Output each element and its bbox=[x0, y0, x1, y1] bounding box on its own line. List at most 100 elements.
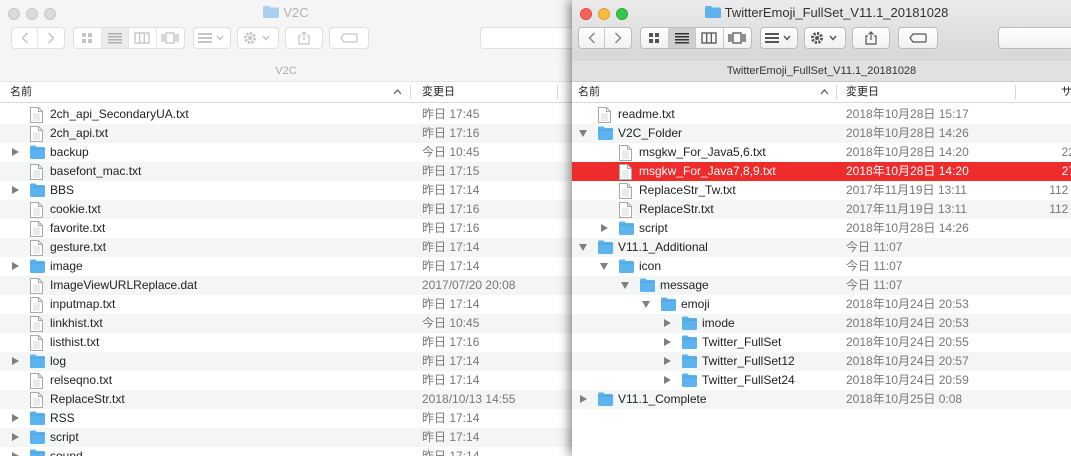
folder-row[interactable]: imode 2018年10月24日 20:53 bbox=[572, 314, 1071, 333]
folder-row[interactable]: Twitter_FullSet12 2018年10月24日 20:57 bbox=[572, 352, 1071, 371]
forward-icon[interactable] bbox=[38, 28, 64, 48]
search-field[interactable] bbox=[998, 27, 1071, 49]
column-name-header[interactable]: 名前 bbox=[10, 82, 32, 102]
folder-icon bbox=[263, 6, 280, 18]
folder-row[interactable]: BBS 昨日 17:14 bbox=[0, 181, 572, 200]
disclosure-triangle-closed-icon[interactable] bbox=[664, 376, 671, 384]
share-button[interactable] bbox=[852, 27, 890, 49]
item-name: Twitter_FullSet24 bbox=[702, 373, 795, 387]
column-date-header[interactable]: 変更日 bbox=[846, 82, 879, 102]
file-row[interactable]: msgkw_For_Java7,8,9.txt 2018年10月28日 14:20… bbox=[572, 162, 1071, 181]
column-divider[interactable] bbox=[410, 85, 411, 99]
file-row[interactable]: readme.txt 2018年10月28日 15:17 bbox=[572, 105, 1071, 124]
back-icon[interactable] bbox=[579, 28, 606, 48]
disclosure-triangle-closed-icon[interactable] bbox=[664, 357, 671, 365]
item-name: image bbox=[50, 259, 83, 273]
disclosure-triangle-open-icon[interactable] bbox=[621, 282, 629, 289]
file-row[interactable]: gesture.txt 昨日 17:14 bbox=[0, 238, 572, 257]
column-name-header[interactable]: 名前 bbox=[578, 82, 600, 102]
list-view-icon[interactable] bbox=[101, 28, 129, 48]
disclosure-triangle-closed-icon[interactable] bbox=[12, 357, 19, 365]
column-divider[interactable] bbox=[557, 85, 558, 99]
file-row[interactable]: favorite.txt 昨日 17:16 bbox=[0, 219, 572, 238]
disclosure-triangle-closed-icon[interactable] bbox=[12, 433, 19, 441]
disclosure-triangle-open-icon[interactable] bbox=[642, 301, 650, 308]
disclosure-triangle-closed-icon[interactable] bbox=[664, 338, 671, 346]
window-toolbar: TwitterEmoji_FullSet_V11.1_20181028 bbox=[572, 0, 1071, 62]
folder-row[interactable]: script 2018年10月28日 14:26 bbox=[572, 219, 1071, 238]
folder-row[interactable]: V11.1_Complete 2018年10月25日 0:08 bbox=[572, 390, 1071, 409]
search-field[interactable] bbox=[480, 27, 572, 49]
folder-row[interactable]: message 今日 11:07 bbox=[572, 276, 1071, 295]
file-row[interactable]: ReplaceStr_Tw.txt 2017年11月19日 13:11 112 / bbox=[572, 181, 1071, 200]
list-view-icon[interactable] bbox=[668, 28, 696, 48]
back-forward-control[interactable] bbox=[11, 27, 65, 49]
column-size-header[interactable]: サ bbox=[1061, 82, 1071, 102]
disclosure-triangle-open-icon[interactable] bbox=[600, 263, 608, 270]
share-button[interactable] bbox=[285, 27, 323, 49]
arrange-button[interactable] bbox=[193, 27, 231, 49]
column-date-header[interactable]: 変更日 bbox=[422, 82, 455, 102]
folder-row[interactable]: icon 今日 11:07 bbox=[572, 257, 1071, 276]
file-row[interactable]: linkhist.txt 今日 10:45 bbox=[0, 314, 572, 333]
folder-row[interactable]: image 昨日 17:14 bbox=[0, 257, 572, 276]
folder-row[interactable]: Twitter_FullSet24 2018年10月24日 20:59 bbox=[572, 371, 1071, 390]
folder-row[interactable]: script 昨日 17:14 bbox=[0, 428, 572, 447]
folder-row[interactable]: log 昨日 17:14 bbox=[0, 352, 572, 371]
file-row[interactable]: 2ch_api.txt 昨日 17:16 bbox=[0, 124, 572, 143]
cover-flow-icon[interactable] bbox=[724, 28, 751, 48]
item-date-modified: 2018年10月28日 14:26 bbox=[846, 126, 969, 140]
file-row[interactable]: 2ch_api_SecondaryUA.txt 昨日 17:45 bbox=[0, 105, 572, 124]
disclosure-triangle-closed-icon[interactable] bbox=[12, 262, 19, 270]
folder-row[interactable]: backup 今日 10:45 bbox=[0, 143, 572, 162]
folder-icon bbox=[682, 373, 697, 389]
back-forward-control[interactable] bbox=[578, 27, 632, 49]
folder-row[interactable]: sound 昨日 17:14 bbox=[0, 447, 572, 456]
file-list: readme.txt 2018年10月28日 15:17 V2C_Folder 201… bbox=[572, 105, 1071, 409]
view-mode-control[interactable] bbox=[73, 27, 185, 49]
disclosure-triangle-closed-icon[interactable] bbox=[664, 319, 671, 327]
cover-flow-icon[interactable] bbox=[157, 28, 184, 48]
item-name: ReplaceStr.txt bbox=[50, 392, 125, 406]
column-view-icon[interactable] bbox=[129, 28, 157, 48]
file-row[interactable]: inputmap.txt 昨日 17:14 bbox=[0, 295, 572, 314]
file-row[interactable]: ReplaceStr.txt 2017年11月19日 13:11 112 / bbox=[572, 200, 1071, 219]
folder-row[interactable]: V11.1_Additional 今日 11:07 bbox=[572, 238, 1071, 257]
path-bar: TwitterEmoji_FullSet_V11.1_20181028 bbox=[572, 61, 1071, 82]
sort-chevron-icon[interactable] bbox=[393, 82, 402, 102]
disclosure-triangle-closed-icon[interactable] bbox=[601, 224, 608, 232]
disclosure-triangle-open-icon[interactable] bbox=[579, 130, 587, 137]
icon-view-icon[interactable] bbox=[74, 28, 102, 48]
disclosure-triangle-closed-icon[interactable] bbox=[12, 148, 19, 156]
item-name: ReplaceStr.txt bbox=[639, 202, 714, 216]
folder-row[interactable]: V2C_Folder 2018年10月28日 14:26 bbox=[572, 124, 1071, 143]
folder-row[interactable]: emoji 2018年10月24日 20:53 bbox=[572, 295, 1071, 314]
column-divider[interactable] bbox=[1015, 85, 1016, 99]
file-row[interactable]: msgkw_For_Java5,6.txt 2018年10月28日 14:20 22 bbox=[572, 143, 1071, 162]
file-row[interactable]: ReplaceStr.txt 2018/10/13 14:55 bbox=[0, 390, 572, 409]
back-icon[interactable] bbox=[12, 28, 39, 48]
view-mode-control[interactable] bbox=[640, 27, 752, 49]
disclosure-triangle-closed-icon[interactable] bbox=[12, 452, 19, 456]
file-row[interactable]: ImageViewURLReplace.dat 2017/07/20 20:08 bbox=[0, 276, 572, 295]
file-row[interactable]: cookie.txt 昨日 17:16 bbox=[0, 200, 572, 219]
file-row[interactable]: listhist.txt 昨日 17:16 bbox=[0, 333, 572, 352]
disclosure-triangle-open-icon[interactable] bbox=[579, 244, 587, 251]
action-button[interactable] bbox=[237, 27, 279, 49]
disclosure-triangle-closed-icon[interactable] bbox=[12, 414, 19, 422]
column-divider[interactable] bbox=[836, 85, 837, 99]
arrange-button[interactable] bbox=[760, 27, 798, 49]
icon-view-icon[interactable] bbox=[641, 28, 669, 48]
action-button[interactable] bbox=[804, 27, 846, 49]
file-row[interactable]: relseqno.txt 昨日 17:14 bbox=[0, 371, 572, 390]
file-row[interactable]: basefont_mac.txt 昨日 17:15 bbox=[0, 162, 572, 181]
folder-row[interactable]: Twitter_FullSet 2018年10月24日 20:55 bbox=[572, 333, 1071, 352]
disclosure-triangle-closed-icon[interactable] bbox=[580, 395, 587, 403]
folder-row[interactable]: RSS 昨日 17:14 bbox=[0, 409, 572, 428]
tag-button[interactable] bbox=[329, 27, 369, 49]
column-view-icon[interactable] bbox=[696, 28, 724, 48]
disclosure-triangle-closed-icon[interactable] bbox=[12, 186, 19, 194]
forward-icon[interactable] bbox=[605, 28, 631, 48]
tag-button[interactable] bbox=[898, 27, 938, 49]
sort-chevron-icon[interactable] bbox=[820, 82, 829, 102]
